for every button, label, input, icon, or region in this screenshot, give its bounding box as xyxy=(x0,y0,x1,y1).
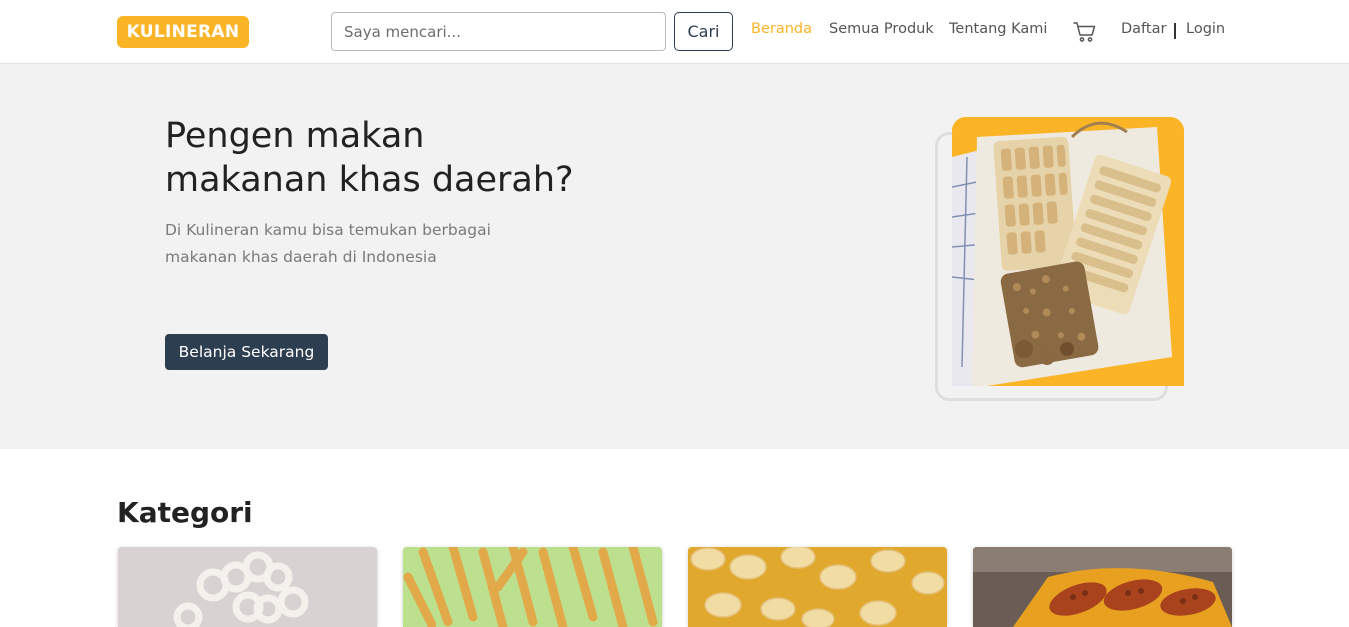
hero-description-line-2: makanan khas daerah di Indonesia xyxy=(165,248,437,266)
nav-divider xyxy=(1174,23,1176,39)
hero-title: Pengen makan makanan khas daerah? xyxy=(165,114,685,202)
search-button[interactable]: Cari xyxy=(674,12,733,51)
category-card-3[interactable] xyxy=(688,547,947,627)
nav-link-about[interactable]: Tentang Kami xyxy=(949,21,1047,37)
hero-description-line-1: Di Kulineran kamu bisa temukan berbagai xyxy=(165,221,491,239)
register-link[interactable]: Daftar xyxy=(1121,21,1166,37)
brand-logo[interactable]: KULINERAN xyxy=(117,16,249,48)
hero-product-image xyxy=(952,117,1184,386)
hero-title-line-1: Pengen makan xyxy=(165,116,425,156)
category-card-1[interactable] xyxy=(118,547,377,627)
chips-image xyxy=(688,547,947,627)
login-link[interactable]: Login xyxy=(1186,21,1225,37)
hero-description: Di Kulineran kamu bisa temukan berbagai … xyxy=(165,217,525,271)
shopping-cart-icon[interactable] xyxy=(1073,21,1097,43)
search-input[interactable] xyxy=(331,12,666,51)
hero-section: Pengen makan makanan khas daerah? Di Kul… xyxy=(0,64,1349,449)
shop-now-button[interactable]: Belanja Sekarang xyxy=(165,334,328,370)
nav-link-all-products[interactable]: Semua Produk xyxy=(829,21,934,37)
category-card-4[interactable] xyxy=(973,547,1232,627)
pasta-image xyxy=(403,547,662,627)
category-card-2[interactable] xyxy=(403,547,662,627)
nav-link-home[interactable]: Beranda xyxy=(751,21,812,37)
grilled-food-image xyxy=(973,547,1232,627)
category-section-title: Kategori xyxy=(117,496,253,529)
navbar: KULINERAN Cari Beranda Semua Produk Tent… xyxy=(0,0,1349,64)
pretzel-image xyxy=(118,547,377,627)
hero-title-line-2: makanan khas daerah? xyxy=(165,160,574,200)
